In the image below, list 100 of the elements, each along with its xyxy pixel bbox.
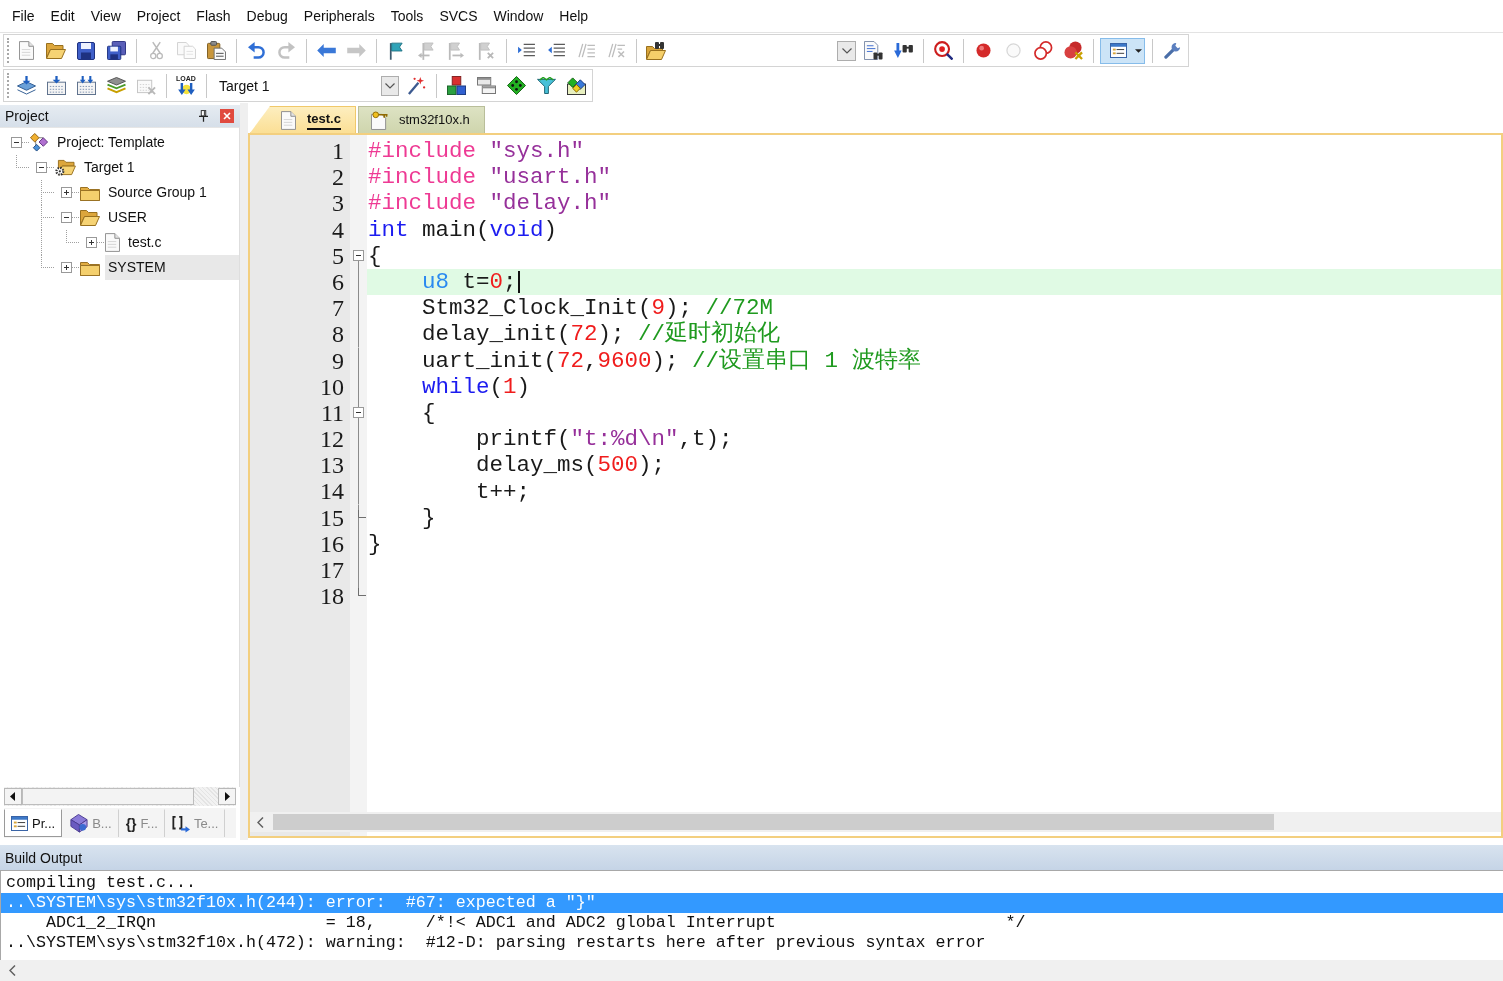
stacked-windows-icon bbox=[476, 77, 496, 94]
magnifier-icon bbox=[933, 41, 953, 60]
expand-icon[interactable] bbox=[86, 237, 97, 248]
tree-item[interactable]: SYSTEM bbox=[105, 255, 239, 280]
line-number: 12 bbox=[319, 426, 345, 453]
editor-tab[interactable]: test.c bbox=[250, 106, 356, 133]
flag-cross-icon bbox=[478, 41, 494, 60]
file-icon bbox=[281, 110, 296, 130]
line-number: 9 bbox=[331, 347, 345, 374]
line-number: 4 bbox=[331, 216, 345, 243]
pin-icon[interactable] bbox=[199, 110, 208, 122]
horizontal-scrollbar[interactable] bbox=[250, 812, 1501, 832]
menu-item[interactable]: Project bbox=[128, 8, 189, 24]
tree-item[interactable]: Source Group 1 bbox=[105, 180, 210, 205]
code-line: printf("t:%d\n",t); bbox=[475, 426, 733, 453]
line-number: 7 bbox=[331, 295, 345, 322]
code-line: { bbox=[421, 399, 436, 426]
undo-arrow-icon bbox=[247, 42, 265, 59]
output-line: ..\SYSTEM\sys\stm32f10x.h(472): warning: #12-D: parsing restarts here after previous syntax error bbox=[6, 933, 986, 953]
menu-item[interactable]: Window bbox=[485, 8, 552, 24]
dropdown-button[interactable] bbox=[837, 40, 856, 61]
code-line: #include "usart.h" bbox=[368, 164, 612, 191]
code-line: int main(void) bbox=[368, 216, 558, 243]
collapse-icon[interactable] bbox=[11, 137, 22, 148]
code-line: } bbox=[421, 504, 436, 531]
indent-icon bbox=[517, 43, 535, 58]
collapse-icon[interactable] bbox=[353, 250, 364, 262]
floppy-disks-icon bbox=[106, 41, 126, 60]
right-arrow-icon bbox=[346, 44, 366, 57]
tree-item[interactable]: Target 1 bbox=[81, 155, 138, 180]
flag-left-arrow-icon bbox=[418, 41, 434, 60]
collapse-icon[interactable] bbox=[36, 162, 47, 173]
line-number: 11 bbox=[319, 399, 345, 427]
stack-arrow-icon bbox=[16, 76, 36, 95]
arrow-binoculars-icon bbox=[893, 43, 913, 58]
code-line: { bbox=[368, 242, 382, 269]
gems-icon bbox=[30, 133, 49, 152]
collapse-icon[interactable] bbox=[353, 407, 364, 419]
horizontal-scrollbar[interactable] bbox=[4, 787, 236, 806]
panel-title: Project bbox=[5, 108, 50, 124]
open-folder-icon bbox=[46, 42, 66, 59]
diamond-icon bbox=[506, 76, 526, 95]
left-chevron-icon[interactable] bbox=[257, 816, 264, 828]
windows-button[interactable] bbox=[1100, 37, 1145, 64]
menu-item[interactable]: View bbox=[82, 8, 129, 24]
menu-item[interactable]: Help bbox=[551, 8, 597, 24]
tree-item[interactable]: test.c bbox=[125, 230, 165, 255]
close-icon[interactable] bbox=[220, 109, 234, 123]
code-line: u8 t=0; bbox=[421, 269, 517, 296]
collapse-icon[interactable] bbox=[61, 212, 72, 223]
panel-title: Build Output bbox=[5, 849, 83, 866]
panel-tab[interactable]: Pr... bbox=[4, 809, 63, 837]
scrollbar-thumb[interactable] bbox=[22, 788, 194, 805]
folder-icon bbox=[80, 259, 100, 276]
menu-item[interactable]: Flash bbox=[188, 8, 239, 24]
menu-item[interactable]: SVCS bbox=[431, 8, 486, 24]
key-file-icon bbox=[370, 110, 388, 130]
target-select[interactable]: Target 1 bbox=[213, 74, 399, 97]
expand-icon[interactable] bbox=[61, 262, 72, 273]
left-arrow-icon bbox=[316, 44, 336, 57]
text-cursor bbox=[517, 271, 520, 294]
panel-tab[interactable]: {} F... bbox=[118, 809, 165, 837]
left-chevron-icon[interactable] bbox=[9, 965, 16, 976]
scrollbar-thumb[interactable] bbox=[273, 814, 1274, 830]
menu-item[interactable]: Edit bbox=[42, 8, 83, 24]
horizontal-scrollbar[interactable] bbox=[0, 960, 1503, 981]
tree-item[interactable]: USER bbox=[105, 205, 150, 230]
code-line: t++; bbox=[475, 478, 531, 505]
layers-icon bbox=[106, 77, 126, 94]
line-number: 8 bbox=[331, 321, 345, 348]
editor-tab[interactable]: stm32f10x.h bbox=[357, 106, 485, 133]
chevron-icon bbox=[841, 47, 852, 54]
code-line: Stm32_Clock_Init(9); //72M bbox=[421, 295, 774, 322]
menu-item[interactable]: File bbox=[4, 8, 43, 24]
chevron-icon bbox=[385, 82, 395, 89]
redo-arrow-icon bbox=[277, 42, 295, 59]
code-line: delay_ms(500); bbox=[475, 452, 666, 479]
menu-item[interactable]: Debug bbox=[238, 8, 296, 24]
expand-icon[interactable] bbox=[61, 187, 72, 198]
line-number: 16 bbox=[319, 530, 345, 557]
magic-wand-icon bbox=[406, 76, 426, 95]
window-list-icon bbox=[1109, 43, 1127, 58]
tree-item[interactable]: Project: Template bbox=[54, 130, 168, 155]
clipboard-icon bbox=[206, 41, 226, 60]
down-arrows-icon bbox=[176, 83, 196, 96]
file-icon bbox=[18, 41, 34, 60]
code-line: #include "sys.h" bbox=[368, 138, 585, 165]
line-number: 2 bbox=[331, 164, 345, 191]
grid-arrow-icon bbox=[46, 76, 66, 95]
menu-item[interactable]: Peripherals bbox=[295, 8, 383, 24]
line-number: 13 bbox=[319, 452, 345, 479]
menu-item[interactable]: Tools bbox=[382, 8, 432, 24]
output-line: ADC1_2_IRQn = 18, /*!< ADC1 and ADC2 global Interrupt */ bbox=[44, 913, 1026, 933]
slash-lines-icon bbox=[577, 43, 595, 58]
code-line: while(1) bbox=[421, 373, 531, 400]
folder-gear-icon bbox=[55, 159, 76, 176]
blocks-icon bbox=[446, 76, 466, 95]
line-number: 17 bbox=[319, 557, 345, 584]
file-icon bbox=[105, 233, 120, 252]
slash-cross-icon bbox=[607, 43, 625, 58]
